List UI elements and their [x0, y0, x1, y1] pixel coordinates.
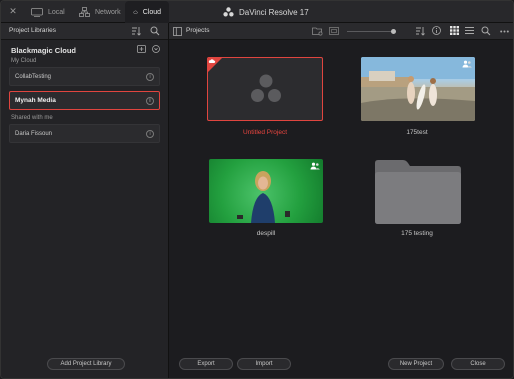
project-libraries-title: Project Libraries [9, 27, 56, 34]
export-button[interactable]: Export [179, 358, 233, 370]
project-folder-175-testing[interactable] [373, 159, 463, 227]
library-item-mynah-media[interactable]: Mynah Media i [9, 91, 160, 110]
green-screen-subject-image [237, 171, 290, 223]
tab-local-label: Local [48, 8, 65, 16]
zoom-slider-track[interactable] [347, 31, 395, 32]
new-project-button[interactable]: New Project [388, 358, 444, 370]
davinci-logo-icon [251, 74, 281, 102]
new-folder-icon[interactable] [312, 26, 323, 36]
sort-icon[interactable] [415, 26, 425, 36]
monitor-icon [31, 7, 43, 17]
image-view-icon[interactable] [329, 26, 339, 36]
zoom-slider-handle[interactable] [391, 29, 396, 34]
cloud-badge-icon [208, 58, 222, 72]
project-thumbnail[interactable] [207, 57, 323, 121]
collapse-icon[interactable] [152, 45, 160, 53]
project-thumbnail[interactable] [209, 159, 323, 223]
list-view-icon[interactable] [465, 26, 474, 35]
close-window-icon[interactable]: ✕ [8, 6, 18, 16]
davinci-logo-icon [223, 7, 234, 17]
sidebar-toggle-icon[interactable] [173, 27, 182, 36]
cloud-settings-icon[interactable] [137, 45, 146, 53]
tab-network[interactable]: Network [71, 1, 129, 23]
tab-cloud-label: Cloud [142, 8, 161, 16]
search-icon[interactable] [150, 26, 160, 36]
import-button[interactable]: Import [237, 358, 291, 370]
cloud-icon [133, 10, 138, 14]
project-name: 175test [406, 129, 428, 136]
add-project-library-button[interactable]: Add Project Library [47, 358, 125, 370]
beach-scene-image [361, 57, 475, 121]
library-item-collabtesting[interactable]: CollabTesting i [9, 67, 160, 86]
library-item-daria-fissoun[interactable]: Daria Fissoun i [9, 124, 160, 143]
blackmagic-cloud-title: Blackmagic Cloud [11, 46, 77, 55]
info-icon[interactable] [432, 26, 441, 35]
app-title-text: DaVinci Resolve 17 [239, 7, 309, 17]
network-icon [79, 7, 90, 17]
title-bar: ✕ Local Network Cloud DaVinci Resolve 17 [1, 1, 513, 23]
sort-icon[interactable] [131, 26, 141, 36]
tab-local[interactable]: Local [23, 1, 73, 23]
tab-cloud[interactable]: Cloud [125, 1, 169, 23]
library-item-label: Mynah Media [15, 97, 56, 104]
close-button[interactable]: Close [451, 358, 505, 370]
project-name: despill [256, 230, 276, 237]
project-name: 175 testing [401, 230, 433, 237]
project-name: Untitled Project [242, 129, 288, 136]
search-icon[interactable] [481, 26, 491, 36]
projects-title: Projects [186, 27, 210, 34]
shared-with-me-label: Shared with me [11, 115, 53, 121]
library-item-label: CollabTesting [15, 73, 52, 80]
tab-network-label: Network [95, 8, 121, 16]
folder-icon[interactable] [373, 159, 463, 225]
app-window: ✕ Local Network Cloud DaVinci Resolve 17… [0, 0, 514, 379]
info-icon[interactable]: i [146, 130, 154, 138]
projects-panel: Projects Untitled Project 175test despil… [169, 23, 513, 378]
more-options-icon[interactable] [500, 30, 509, 33]
project-thumbnail[interactable] [361, 57, 475, 121]
my-cloud-label: My Cloud [11, 58, 37, 64]
shared-users-icon [462, 60, 472, 68]
project-libraries-header: Project Libraries [1, 23, 168, 40]
library-item-label: Daria Fissoun [15, 130, 53, 137]
project-libraries-panel: Project Libraries Blackmagic Cloud My Cl… [1, 23, 169, 378]
app-title: DaVinci Resolve 17 [223, 1, 309, 23]
shared-users-icon [310, 162, 320, 170]
info-icon[interactable]: i [146, 73, 154, 81]
info-icon[interactable]: i [146, 97, 154, 105]
grid-view-icon[interactable] [450, 26, 459, 35]
projects-header: Projects [169, 23, 513, 40]
